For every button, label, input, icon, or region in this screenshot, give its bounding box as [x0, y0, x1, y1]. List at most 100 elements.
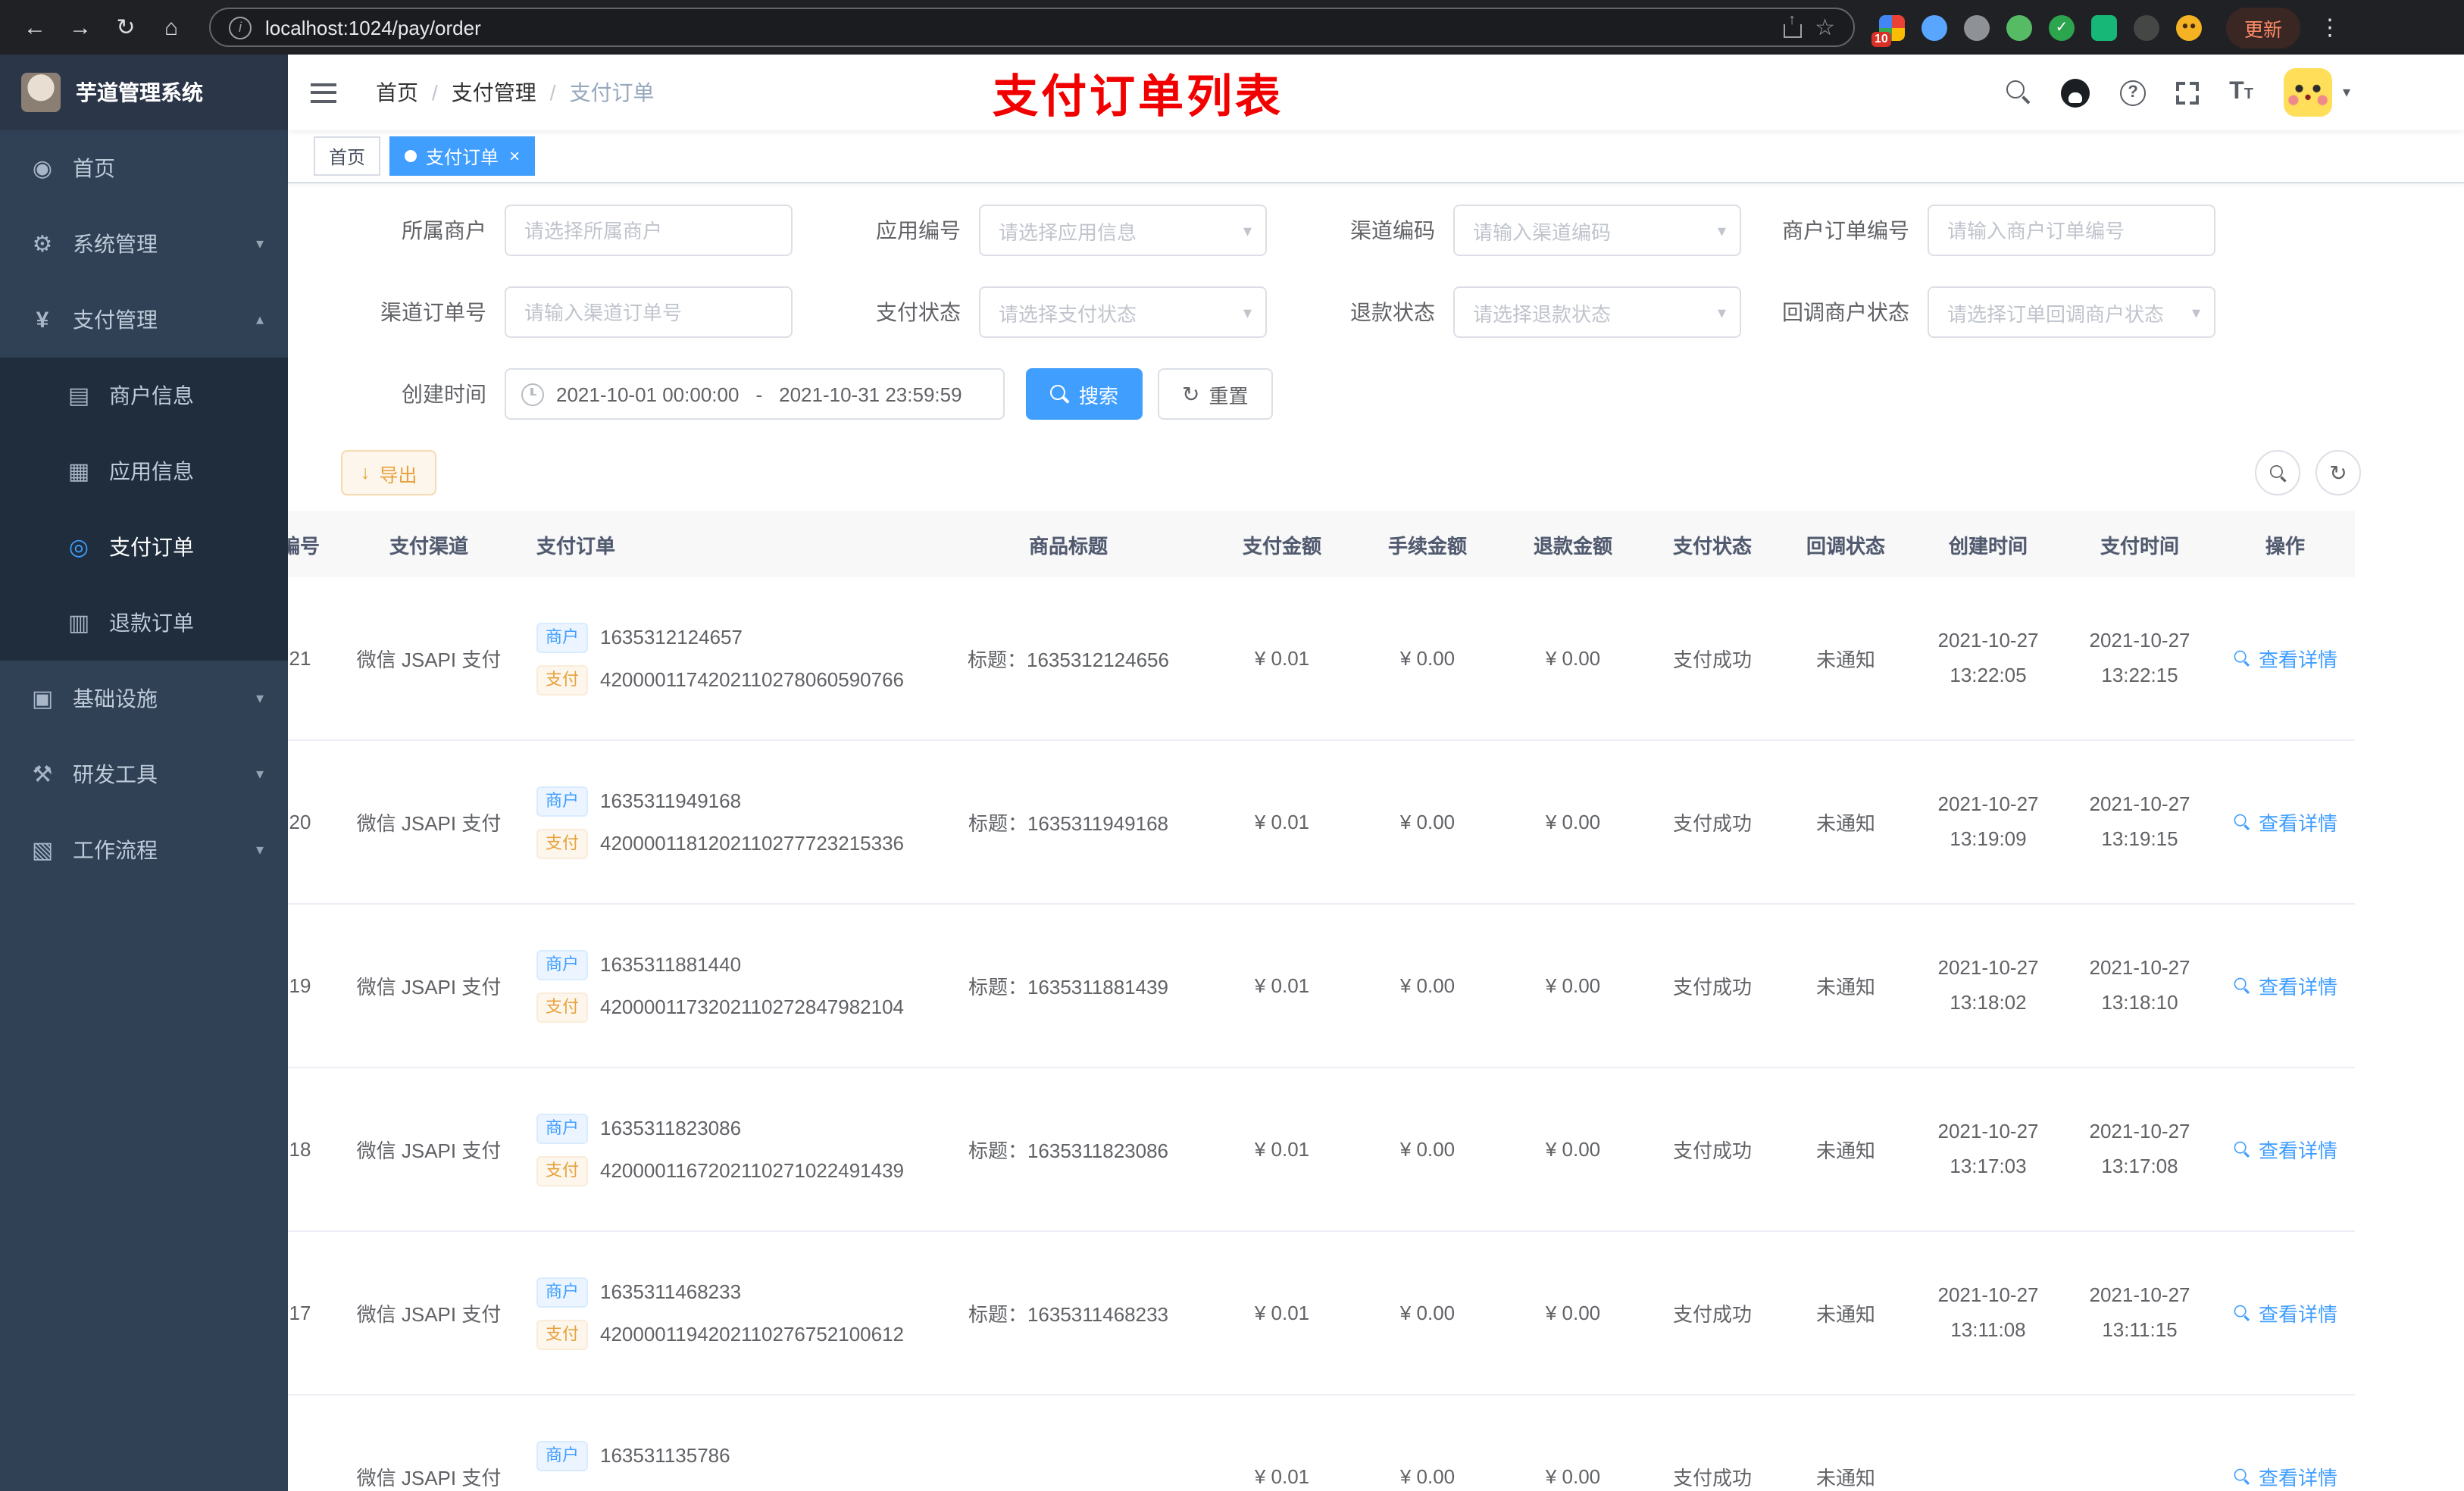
cell-status: 支付成功: [1672, 1467, 1752, 1489]
sidebar-item-devtools[interactable]: 研发工具 ▾: [0, 736, 288, 812]
chevron-down-icon: ▾: [255, 766, 264, 783]
cell-amount: ¥ 0.01: [1254, 1138, 1310, 1161]
avatar[interactable]: [2283, 68, 2332, 117]
active-dot-icon: [405, 150, 417, 162]
toggle-search-button[interactable]: [2255, 450, 2300, 495]
extension-icon-4[interactable]: [2006, 14, 2032, 40]
view-detail-link[interactable]: 查看详情: [2233, 971, 2337, 1000]
user-menu[interactable]: ▾: [2283, 68, 2350, 117]
cell-pay-time: 2021-10-27 13:22:15: [2089, 629, 2190, 686]
tab-label: 首页: [329, 146, 366, 167]
reload-icon[interactable]: ↻: [106, 14, 145, 41]
sidebar-item-refund-order[interactable]: 退款订单: [0, 585, 288, 661]
address-bar[interactable]: i localhost:1024/pay/order ☆: [209, 8, 1855, 47]
search-icon[interactable]: [2006, 80, 2031, 105]
app-logo[interactable]: 芋道管理系统: [0, 55, 288, 130]
github-icon[interactable]: [2061, 78, 2090, 107]
app-no-select[interactable]: 请选择应用信息 ▾: [979, 205, 1267, 256]
sidebar-item-system[interactable]: 系统管理 ▾: [0, 206, 288, 282]
filter-form: 所属商户 应用编号 请选择应用信息 ▾ 渠道编码: [318, 205, 2434, 420]
filter-row-3: 创建时间 2021-10-01 00:00:00 - 2021-10-31 23…: [318, 368, 2434, 420]
refund-status-select[interactable]: 请选择退款状态 ▾: [1453, 286, 1741, 338]
home-icon[interactable]: ⌂: [152, 14, 191, 40]
filter-row-1: 所属商户 应用编号 请选择应用信息 ▾ 渠道编码: [318, 205, 2434, 256]
sidebar-item-label: 应用信息: [109, 459, 194, 483]
breadcrumb-pay[interactable]: 支付管理: [452, 77, 536, 108]
merchant-order-no-input[interactable]: [1928, 205, 2215, 256]
select-placeholder: 请选择订单回调商户状态: [1947, 302, 2165, 325]
extension-icon-7[interactable]: [2134, 14, 2159, 40]
collapse-sidebar-icon[interactable]: [288, 55, 358, 130]
search-icon: [2234, 814, 2251, 830]
bookmark-star-icon[interactable]: ☆: [1815, 14, 1835, 41]
back-icon[interactable]: ←: [15, 14, 55, 40]
extension-icon-2[interactable]: [1921, 14, 1947, 40]
site-info-icon[interactable]: i: [229, 16, 252, 39]
chevron-down-icon: ▾: [255, 236, 264, 252]
cell-title: 标题：1635311823086: [968, 1139, 1169, 1162]
sidebar-item-workflow[interactable]: 工作流程 ▾: [0, 812, 288, 888]
forward-icon[interactable]: →: [61, 14, 100, 40]
breadcrumb-home[interactable]: 首页: [376, 77, 418, 108]
date-range-picker[interactable]: 2021-10-01 00:00:00 - 2021-10-31 23:59:5…: [505, 368, 1005, 420]
extension-icon-8[interactable]: [2176, 14, 2202, 40]
view-detail-link[interactable]: 查看详情: [2233, 1299, 2337, 1327]
merchant-order-line: 商户 163531135786: [536, 1440, 921, 1471]
sidebar-item-pay[interactable]: 支付管理 ▴: [0, 282, 288, 358]
table-row: 21 微信 JSAPI 支付 商户 1635312124657 支付 42000…: [288, 577, 2355, 741]
page-annotation: 支付订单列表: [993, 73, 1284, 123]
merchant-order-line: 商户 1635311823086: [536, 1113, 921, 1143]
help-icon[interactable]: ?: [2120, 80, 2147, 105]
cell-actions: 查看详情: [2215, 1299, 2355, 1327]
search-icon: [2234, 1141, 2251, 1158]
channel-code-select[interactable]: 请输入渠道编码 ▾: [1453, 205, 1741, 256]
sidebar-item-merchant-info[interactable]: 商户信息: [0, 358, 288, 433]
extension-icon-5[interactable]: ✓: [2049, 14, 2075, 40]
browser-update-button[interactable]: 更新: [2226, 7, 2301, 48]
callback-status-select[interactable]: 请选择订单回调商户状态 ▾: [1928, 286, 2215, 338]
view-detail-link[interactable]: 查看详情: [2233, 1135, 2337, 1164]
search-button[interactable]: 搜索: [1026, 368, 1143, 420]
fullscreen-icon[interactable]: [2176, 81, 2200, 104]
share-icon[interactable]: [1783, 17, 1802, 37]
filter-field-merchant-order-no: 商户订单编号: [1741, 205, 2215, 256]
refresh-table-button[interactable]: ↻: [2315, 450, 2361, 495]
view-detail-link[interactable]: 查看详情: [2233, 1462, 2337, 1491]
close-tab-icon[interactable]: ×: [509, 145, 520, 167]
merchant-input[interactable]: [505, 205, 793, 256]
sidebar-item-pay-order[interactable]: 支付订单: [0, 509, 288, 585]
sidebar-item-app-info[interactable]: 应用信息: [0, 433, 288, 509]
extension-icon-3[interactable]: [1964, 14, 1990, 40]
tab-pay-order[interactable]: 支付订单 ×: [389, 136, 536, 176]
export-button[interactable]: ↓ 导出: [341, 450, 437, 495]
browser-menu-icon[interactable]: ⋮: [2319, 14, 2341, 41]
col-create-time: 创建时间: [1948, 534, 2028, 557]
cell-refund: ¥ 0.00: [1545, 647, 1601, 670]
tab-home[interactable]: 首页: [314, 136, 381, 176]
extension-icon-1[interactable]: 10: [1871, 14, 1905, 46]
view-detail-link[interactable]: 查看详情: [2233, 808, 2337, 836]
pay-order-line: 支付 4200001167202110271022491439: [536, 1155, 921, 1186]
table-body: 21 微信 JSAPI 支付 商户 1635312124657 支付 42000…: [288, 577, 2355, 1491]
search-button-label: 搜索: [1079, 384, 1119, 407]
extension-icon-6[interactable]: [2091, 14, 2117, 40]
cell-channel: 微信 JSAPI 支付: [356, 1303, 502, 1326]
infra-icon: [29, 685, 56, 712]
view-detail-link[interactable]: 查看详情: [2233, 644, 2337, 673]
url-text: localhost:1024/pay/order: [265, 16, 481, 39]
sidebar-item-home[interactable]: 首页: [0, 130, 288, 206]
app-title: 芋道管理系统: [76, 80, 203, 105]
cell-create-time: 2021-10-27 13:11:08: [1937, 1283, 2039, 1340]
document-icon: [65, 609, 92, 636]
sidebar-item-infra[interactable]: 基础设施 ▾: [0, 661, 288, 736]
cell-amount: ¥ 0.01: [1254, 647, 1310, 670]
cell-id: 17: [289, 1302, 311, 1324]
cell-title: 标题：1635311949168: [968, 812, 1169, 835]
table-row: 17 微信 JSAPI 支付 商户 1635311468233 支付 42000…: [288, 1232, 2355, 1396]
font-size-icon[interactable]: TT: [2229, 80, 2253, 105]
pay-status-select[interactable]: 请选择支付状态 ▾: [979, 286, 1267, 338]
reset-button[interactable]: ↻ 重置: [1158, 368, 1273, 420]
select-placeholder: 请输入渠道编码: [1473, 220, 1612, 243]
channel-order-no-input[interactable]: [505, 286, 793, 338]
cell-fee: ¥ 0.00: [1399, 1465, 1456, 1488]
